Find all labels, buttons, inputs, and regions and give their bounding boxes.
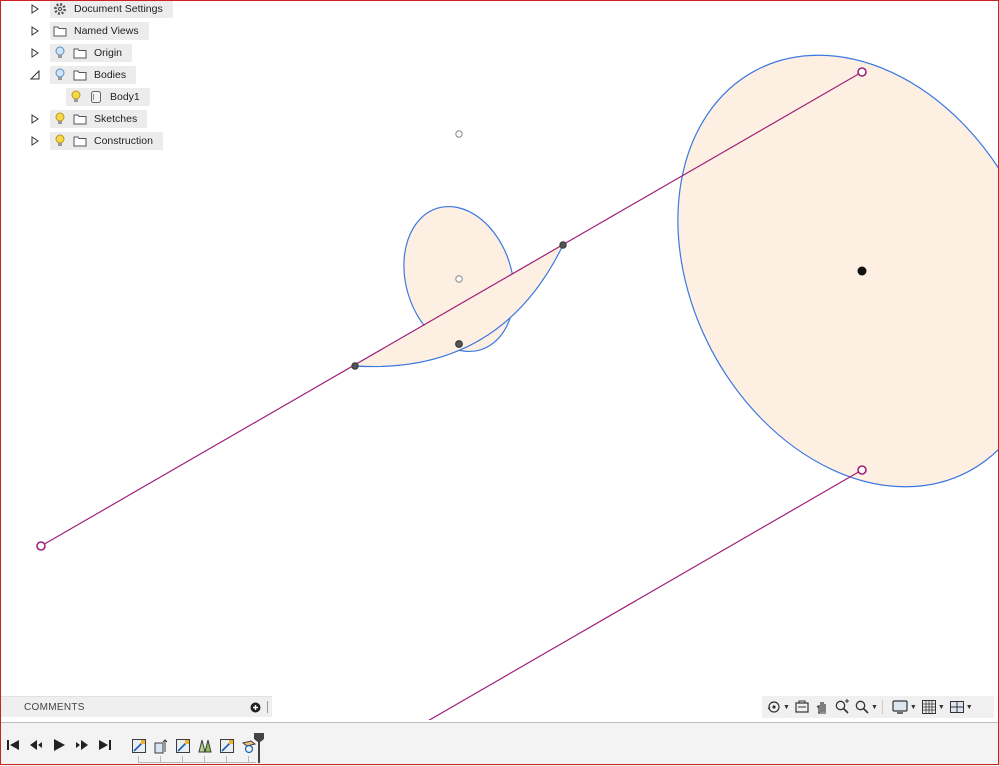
tree-item-sketches[interactable]: Sketches xyxy=(28,110,148,128)
folder-icon xyxy=(70,110,90,128)
sketch-feature-icon[interactable] xyxy=(174,737,192,755)
visibility-bulb-on-icon[interactable] xyxy=(50,110,70,128)
timeline-marker[interactable] xyxy=(254,733,264,763)
comments-panel[interactable]: COMMENTS xyxy=(0,696,272,717)
tree-item-named-views[interactable]: Named Views xyxy=(28,22,149,40)
timeline-tick xyxy=(248,756,249,762)
visibility-bulb-on-icon[interactable] xyxy=(50,132,70,150)
folder-icon xyxy=(50,22,70,40)
sketch-feature-icon[interactable] xyxy=(130,737,148,755)
tree-item-construction[interactable]: Construction xyxy=(28,132,163,150)
loft-feature-icon[interactable] xyxy=(196,737,214,755)
line-endpoint[interactable] xyxy=(857,67,867,77)
gear-icon xyxy=(50,0,70,18)
display-settings-icon[interactable]: ▼ xyxy=(891,696,917,718)
folder-icon xyxy=(70,132,90,150)
orbit-icon[interactable]: ▼ xyxy=(766,696,790,718)
expand-arrow-icon[interactable] xyxy=(28,0,42,18)
sketch-point[interactable] xyxy=(455,340,463,348)
body-icon xyxy=(86,88,106,106)
add-comment-icon[interactable] xyxy=(249,701,261,713)
tree-item-origin[interactable]: Origin xyxy=(28,44,133,62)
large-ellipse-profile[interactable] xyxy=(605,0,999,551)
tree-item-label: Origin xyxy=(94,47,123,59)
sketch-point[interactable] xyxy=(351,362,359,370)
line-endpoint[interactable] xyxy=(857,465,867,475)
extrude-feature-icon[interactable] xyxy=(152,737,170,755)
timeline-rail xyxy=(138,759,256,763)
look-at-icon[interactable] xyxy=(794,696,810,718)
step-forward-icon[interactable] xyxy=(75,738,89,752)
center-point[interactable] xyxy=(455,130,463,138)
tree-item-label: Named Views xyxy=(74,25,139,37)
timeline-tick xyxy=(182,756,183,762)
viewports-icon[interactable]: ▼ xyxy=(949,696,973,718)
folder-icon xyxy=(70,44,90,62)
grid-settings-icon[interactable]: ▼ xyxy=(921,696,945,718)
timeline-tick xyxy=(138,756,139,762)
visibility-bulb-on-icon[interactable] xyxy=(66,88,86,106)
pan-icon[interactable] xyxy=(814,696,830,718)
center-point[interactable] xyxy=(455,275,463,283)
timeline-tick xyxy=(204,756,205,762)
navigation-bar: ▼ ▼ ▼ ▼ ▼ xyxy=(762,696,994,718)
collapse-arrow-icon[interactable] xyxy=(28,66,42,84)
tree-item-bodies[interactable]: Bodies xyxy=(28,66,137,84)
tree-item-label: Body1 xyxy=(110,91,140,103)
play-icon[interactable] xyxy=(52,738,66,752)
tree-item-document-settings[interactable]: Document Settings xyxy=(28,0,173,18)
go-to-end-icon[interactable] xyxy=(98,738,112,752)
tree-item-label: Document Settings xyxy=(74,3,163,15)
expand-arrow-icon[interactable] xyxy=(28,44,42,62)
tree-item-label: Bodies xyxy=(94,69,127,81)
expand-arrow-icon[interactable] xyxy=(28,110,42,128)
timeline-tick xyxy=(226,756,227,762)
expand-arrow-icon[interactable] xyxy=(28,22,42,40)
sketch-line-bottom[interactable] xyxy=(426,469,863,720)
toolbar-divider xyxy=(881,700,883,714)
sketch-feature-icon[interactable] xyxy=(218,737,236,755)
zoom-icon[interactable] xyxy=(834,696,850,718)
comments-label: COMMENTS xyxy=(24,701,85,713)
fit-icon[interactable]: ▼ xyxy=(854,696,878,718)
step-back-icon[interactable] xyxy=(29,738,43,752)
expand-arrow-icon[interactable] xyxy=(28,132,42,150)
timeline-tick xyxy=(160,756,161,762)
folder-icon xyxy=(70,66,90,84)
line-endpoint[interactable] xyxy=(36,541,46,551)
visibility-bulb-off-icon[interactable] xyxy=(50,44,70,62)
tree-item-label: Construction xyxy=(94,135,153,147)
visibility-bulb-off-icon[interactable] xyxy=(50,66,70,84)
sketch-canvas[interactable] xyxy=(0,0,999,720)
go-to-start-icon[interactable] xyxy=(6,738,20,752)
timeline xyxy=(0,722,999,766)
tree-item-body1[interactable]: Body1 xyxy=(66,88,150,106)
panel-resize-handle[interactable] xyxy=(267,701,271,713)
center-point[interactable] xyxy=(857,266,867,276)
tree-item-label: Sketches xyxy=(94,113,138,125)
sketch-point[interactable] xyxy=(559,241,567,249)
